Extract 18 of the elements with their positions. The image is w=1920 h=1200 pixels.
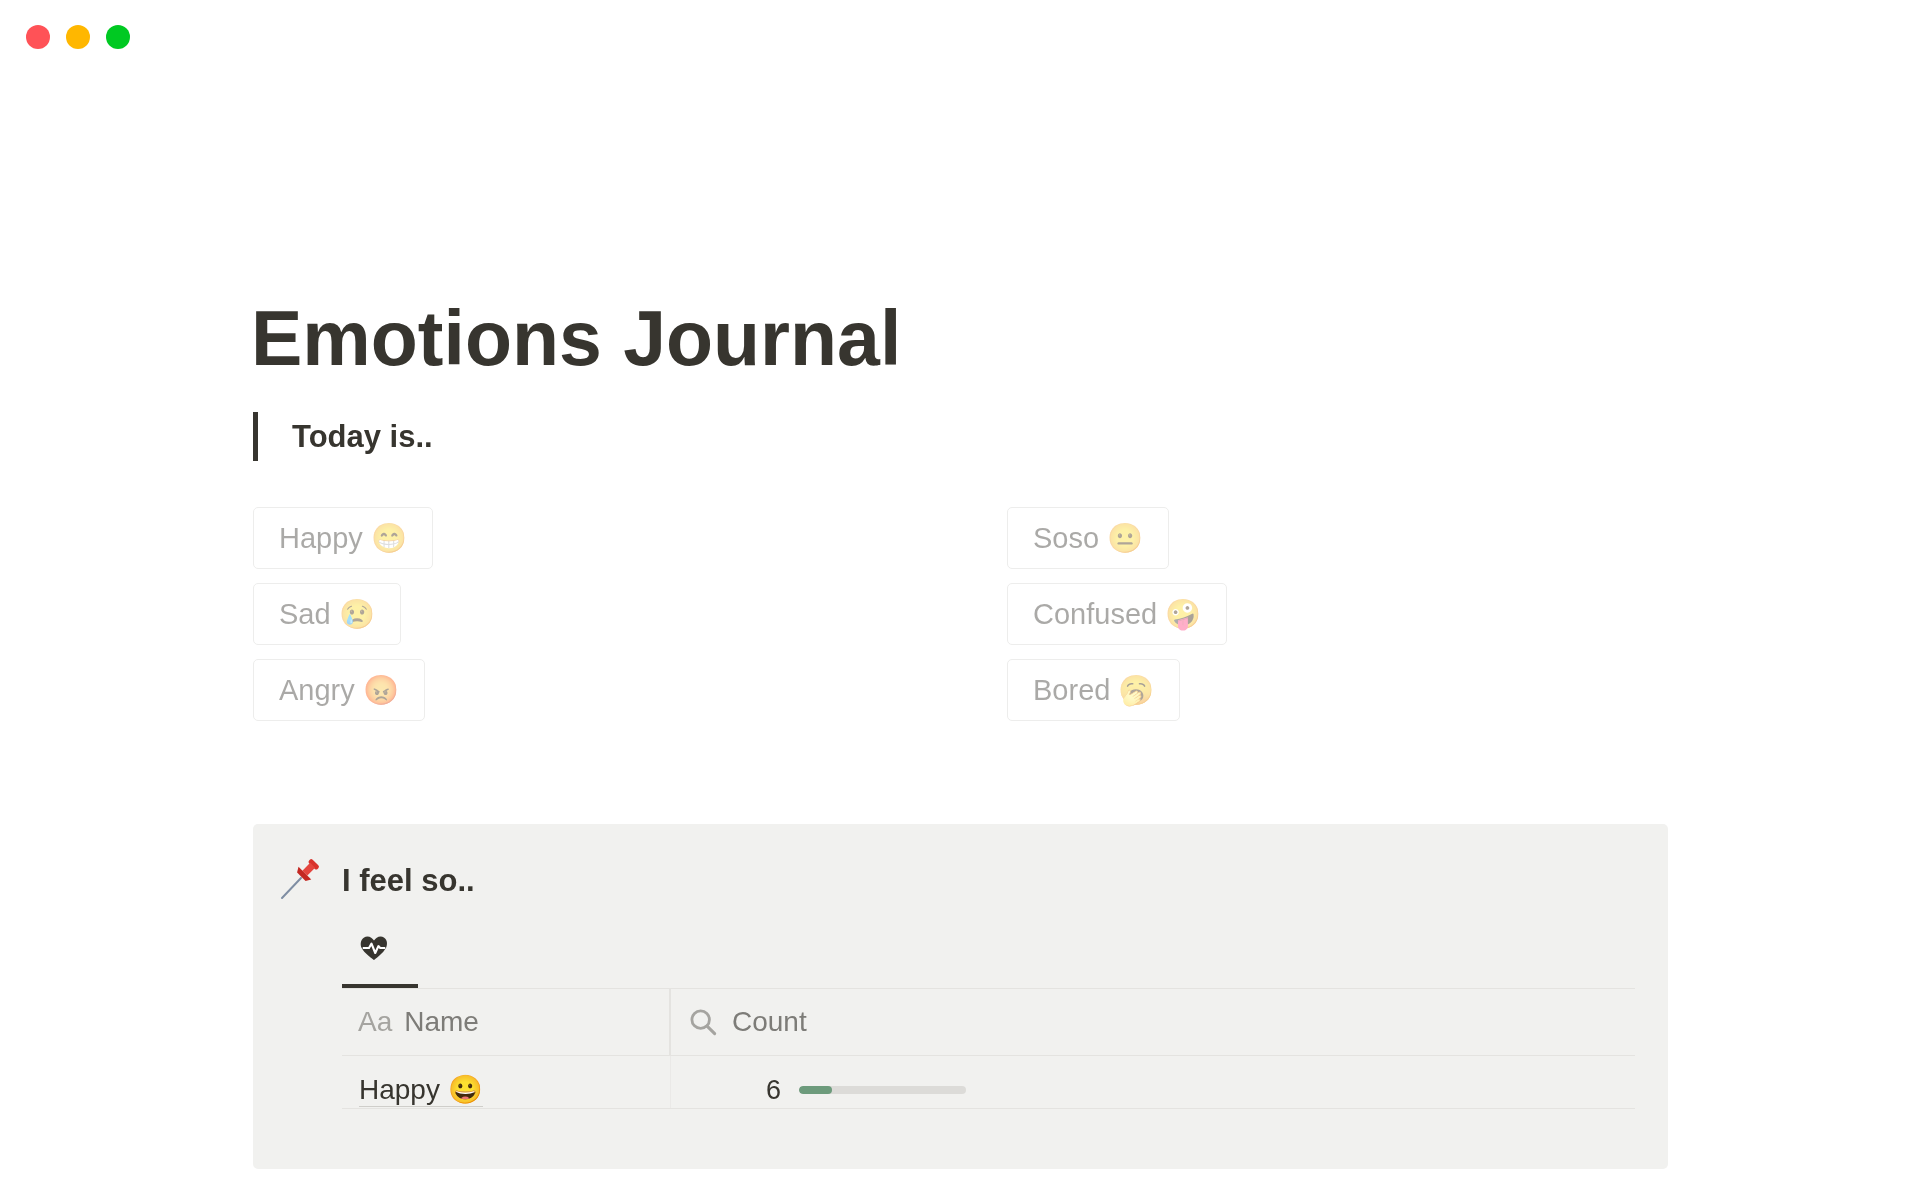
mood-button[interactable]: Happy 😁 — [253, 507, 433, 569]
mood-button[interactable]: Soso 😐 — [1007, 507, 1170, 569]
close-button[interactable] — [26, 25, 50, 49]
mood-button[interactable]: Bored 🥱 — [1007, 659, 1181, 721]
row-title-link[interactable]: Happy 😀 — [359, 1074, 483, 1107]
column-header[interactable]: Aa Name — [342, 989, 671, 1055]
page-title: Emotions Journal — [251, 294, 903, 383]
text-type-icon: Aa — [358, 1006, 393, 1038]
mood-button[interactable]: Sad 😢 — [253, 583, 401, 645]
mood-button[interactable]: Angry 😡 — [253, 659, 425, 721]
zoom-button[interactable] — [106, 25, 130, 49]
mood-button[interactable]: Confused 🤪 — [1007, 583, 1228, 645]
minimize-button[interactable] — [66, 25, 90, 49]
callout-title: I feel so.. — [342, 862, 475, 900]
column-header[interactable]: Count — [671, 989, 1635, 1055]
quote-text: Today is.. — [292, 418, 433, 456]
count-value: 6 — [765, 1074, 781, 1106]
magnifier-icon — [689, 1008, 717, 1036]
